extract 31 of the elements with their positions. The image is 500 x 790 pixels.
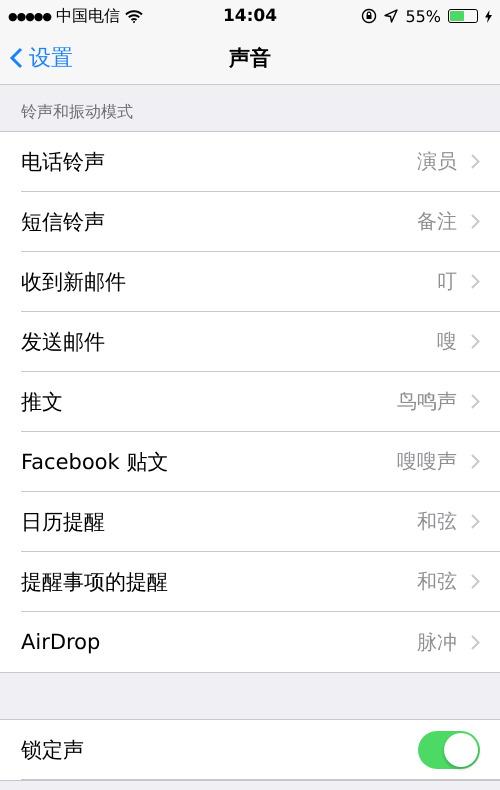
settings-row[interactable]: 电话铃声 演员 xyxy=(21,132,500,192)
settings-row[interactable]: 收到新邮件 叮 xyxy=(21,252,500,312)
settings-row[interactable]: 锁定声 xyxy=(21,720,500,780)
chevron-icon xyxy=(471,514,480,529)
toggle-switch[interactable] xyxy=(418,730,480,768)
settings-row[interactable]: AirDrop 脉冲 xyxy=(21,612,500,672)
chevron-icon xyxy=(471,634,480,650)
nav-title: 声音 xyxy=(229,45,271,72)
wifi-icon xyxy=(125,10,143,22)
chevron-icon xyxy=(471,454,480,469)
status-time: 14:04 xyxy=(222,6,278,26)
battery-icon xyxy=(448,9,478,23)
back-chevron-icon xyxy=(10,47,23,69)
chevron-icon xyxy=(471,214,480,229)
chevron-icon xyxy=(471,334,480,349)
section-header: 铃声和振动模式 xyxy=(21,102,133,123)
chevron-icon xyxy=(471,394,480,409)
settings-row[interactable]: 提醒事项的提醒 和弦 xyxy=(21,552,500,612)
settings-row[interactable]: 日历提醒 和弦 xyxy=(21,492,500,552)
settings-row[interactable]: Facebook 贴文 嗖嗖声 xyxy=(21,432,500,492)
rotation-lock-icon xyxy=(361,8,378,24)
signal-dots: ●●●●● xyxy=(8,10,51,22)
settings-row[interactable]: 发送邮件 嗖 xyxy=(21,312,500,372)
chevron-icon xyxy=(471,274,480,289)
chevron-icon xyxy=(471,154,480,169)
location-icon xyxy=(384,9,398,23)
carrier-name: 中国电信 xyxy=(56,6,120,26)
chevron-icon xyxy=(471,574,480,589)
battery-percent: 55% xyxy=(405,6,441,26)
settings-row[interactable]: 推文 鸟鸣声 xyxy=(21,372,500,432)
settings-row[interactable]: 短信铃声 备注 xyxy=(21,192,500,252)
